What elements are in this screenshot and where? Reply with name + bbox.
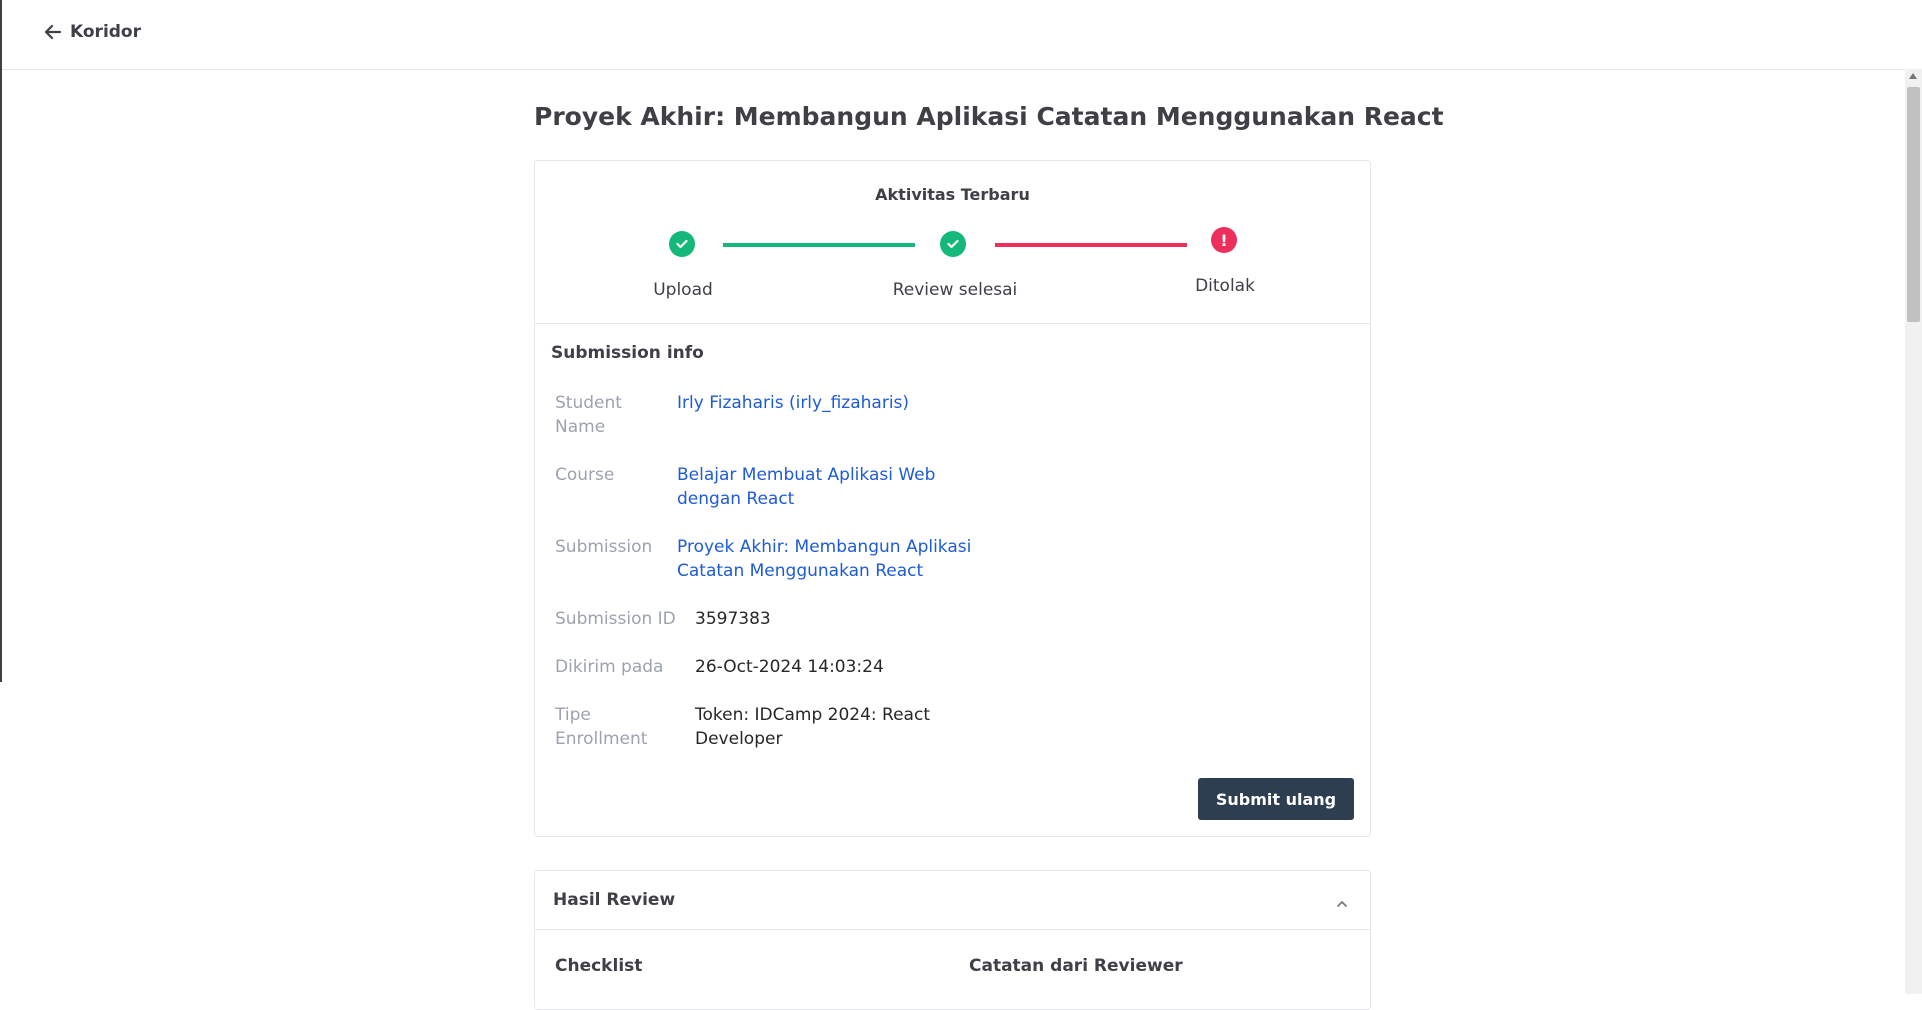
step-connector-done xyxy=(723,243,915,247)
chevron-up-icon[interactable] xyxy=(1336,893,1348,912)
sent-at-value: 26-Oct-2024 14:03:24 xyxy=(695,657,884,677)
review-result-card: Hasil Review Checklist Catatan dari Revi… xyxy=(534,870,1371,1010)
upload-check-icon xyxy=(669,231,695,257)
step-label-review: Review selesai xyxy=(892,280,1018,300)
enrollment-type-label: Tipe Enrollment xyxy=(555,705,648,749)
student-name-label: Student Name xyxy=(555,393,622,437)
submission-link[interactable]: Proyek Akhir: Membangun Aplikasi Catatan… xyxy=(677,535,971,583)
submission-info-title: Submission info xyxy=(551,343,704,363)
arrow-left-icon xyxy=(44,24,62,40)
activity-tracker: Aktivitas Terbaru ! Upload Review selesa… xyxy=(535,161,1370,324)
review-header[interactable]: Hasil Review xyxy=(535,871,1370,930)
back-to-koridor-link[interactable]: Koridor xyxy=(44,22,141,42)
review-check-icon xyxy=(940,231,966,257)
top-bar: Koridor xyxy=(2,0,1922,70)
rejected-exclamation-icon: ! xyxy=(1211,227,1237,253)
submission-id-value: 3597383 xyxy=(695,609,771,629)
review-title: Hasil Review xyxy=(553,890,676,910)
vertical-scrollbar[interactable] xyxy=(1905,69,1922,994)
page-title: Proyek Akhir: Membangun Aplikasi Catatan… xyxy=(534,102,1444,131)
scroll-up-arrow-icon[interactable] xyxy=(1909,73,1917,79)
submission-label: Submission xyxy=(555,537,653,557)
window-left-edge xyxy=(0,0,2,682)
course-label: Course xyxy=(555,465,615,485)
scroll-thumb[interactable] xyxy=(1907,87,1920,322)
activity-title: Aktivitas Terbaru xyxy=(875,185,1030,204)
resubmit-button[interactable]: Submit ulang xyxy=(1198,778,1354,820)
sent-at-label: Dikirim pada xyxy=(555,657,664,677)
enrollment-type-value: Token: IDCamp 2024: React Developer xyxy=(695,705,930,749)
step-label-upload: Upload xyxy=(653,280,713,300)
step-label-rejected: Ditolak xyxy=(1195,276,1255,296)
step-connector-rejected xyxy=(995,243,1187,247)
checklist-heading: Checklist xyxy=(555,956,643,976)
back-link-label: Koridor xyxy=(70,22,141,42)
course-link[interactable]: Belajar Membuat Aplikasi Web dengan Reac… xyxy=(677,463,935,511)
submission-id-label: Submission ID xyxy=(555,609,676,629)
reviewer-notes-heading: Catatan dari Reviewer xyxy=(969,956,1183,976)
student-name-link[interactable]: Irly Fizaharis (irly_fizaharis) xyxy=(677,391,909,415)
submission-card: Aktivitas Terbaru ! Upload Review selesa… xyxy=(534,160,1371,837)
